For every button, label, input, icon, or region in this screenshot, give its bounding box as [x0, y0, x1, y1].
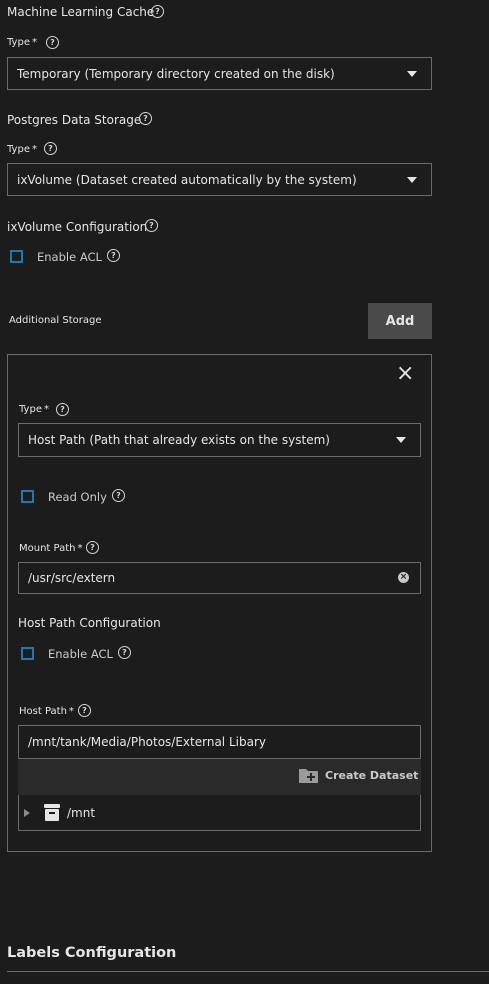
- field-label-text: Host Path: [19, 706, 67, 717]
- help-circle-icon[interactable]: ?: [46, 36, 59, 49]
- read-only-label: Read Only: [48, 490, 107, 504]
- tree-node-label[interactable]: /mnt: [67, 806, 95, 820]
- additional-storage-title: Additional Storage: [9, 315, 102, 326]
- postgres-type-select[interactable]: ixVolume (Dataset created automatically …: [7, 163, 432, 196]
- clear-circle-icon[interactable]: ×: [398, 572, 409, 583]
- storage-type-select[interactable]: Host Path (Path that already exists on t…: [18, 423, 421, 457]
- enable-acl-label: Enable ACL: [48, 647, 113, 661]
- folder-plus-icon: [299, 769, 318, 783]
- help-circle-icon[interactable]: ?: [145, 219, 158, 232]
- input-value: /mnt/tank/Media/Photos/External Libary: [28, 735, 266, 749]
- required-mark: *: [68, 706, 74, 717]
- host-path-label: Host Path *: [19, 706, 74, 717]
- ml-cache-type-select[interactable]: Temporary (Temporary directory created o…: [7, 57, 432, 90]
- help-circle-icon[interactable]: ?: [151, 5, 164, 18]
- required-mark: *: [77, 543, 83, 554]
- host-path-config-title: Host Path Configuration: [18, 616, 161, 630]
- dataset-stack-icon: [44, 804, 60, 821]
- field-label-text: Mount Path: [19, 543, 76, 554]
- caret-down-icon: [407, 70, 417, 77]
- close-icon[interactable]: ×: [396, 363, 414, 385]
- help-circle-icon[interactable]: ?: [86, 541, 99, 554]
- required-mark: *: [31, 144, 37, 155]
- mount-path-label: Mount Path *: [19, 543, 83, 554]
- help-circle-icon[interactable]: ?: [107, 249, 120, 262]
- read-only-checkbox[interactable]: [21, 490, 34, 503]
- help-circle-icon[interactable]: ?: [44, 142, 57, 155]
- select-value: ixVolume (Dataset created automatically …: [17, 172, 357, 187]
- caret-down-icon: [407, 176, 417, 183]
- enable-acl-checkbox[interactable]: [10, 250, 23, 263]
- select-value: Host Path (Path that already exists on t…: [28, 433, 330, 447]
- help-circle-icon[interactable]: ?: [112, 489, 125, 502]
- ixvolume-config-title: ixVolume Configuration: [7, 220, 148, 234]
- required-mark: *: [43, 404, 49, 415]
- add-storage-button[interactable]: Add: [368, 303, 432, 339]
- enable-acl-label: Enable ACL: [37, 250, 102, 264]
- caret-down-icon: [396, 437, 406, 443]
- storage-type-label: Type *: [19, 404, 49, 415]
- mount-path-input[interactable]: /usr/src/extern: [18, 562, 421, 594]
- field-label-text: Type: [7, 144, 30, 155]
- help-circle-icon[interactable]: ?: [139, 112, 152, 125]
- section-divider: [7, 971, 489, 972]
- help-circle-icon[interactable]: ?: [118, 646, 131, 659]
- postgres-type-label: Type *: [7, 144, 37, 155]
- field-label-text: Type: [7, 37, 30, 48]
- create-dataset-button[interactable]: Create Dataset: [298, 767, 418, 784]
- select-value: Temporary (Temporary directory created o…: [17, 66, 335, 81]
- required-mark: *: [31, 37, 37, 48]
- triangle-right-icon[interactable]: [24, 809, 30, 817]
- help-circle-icon[interactable]: ?: [78, 704, 91, 717]
- ml-cache-type-label: Type *: [7, 37, 37, 48]
- create-dataset-label: Create Dataset: [325, 769, 419, 782]
- postgres-title: Postgres Data Storage: [7, 113, 142, 127]
- help-circle-icon[interactable]: ?: [56, 403, 69, 416]
- enable-acl-checkbox[interactable]: [21, 647, 34, 660]
- labels-config-title: Labels Configuration: [7, 945, 177, 961]
- host-path-input[interactable]: /mnt/tank/Media/Photos/External Libary: [18, 725, 421, 759]
- input-value: /usr/src/extern: [28, 571, 116, 585]
- ml-cache-title: Machine Learning Cache: [7, 5, 155, 19]
- field-label-text: Type: [19, 404, 42, 415]
